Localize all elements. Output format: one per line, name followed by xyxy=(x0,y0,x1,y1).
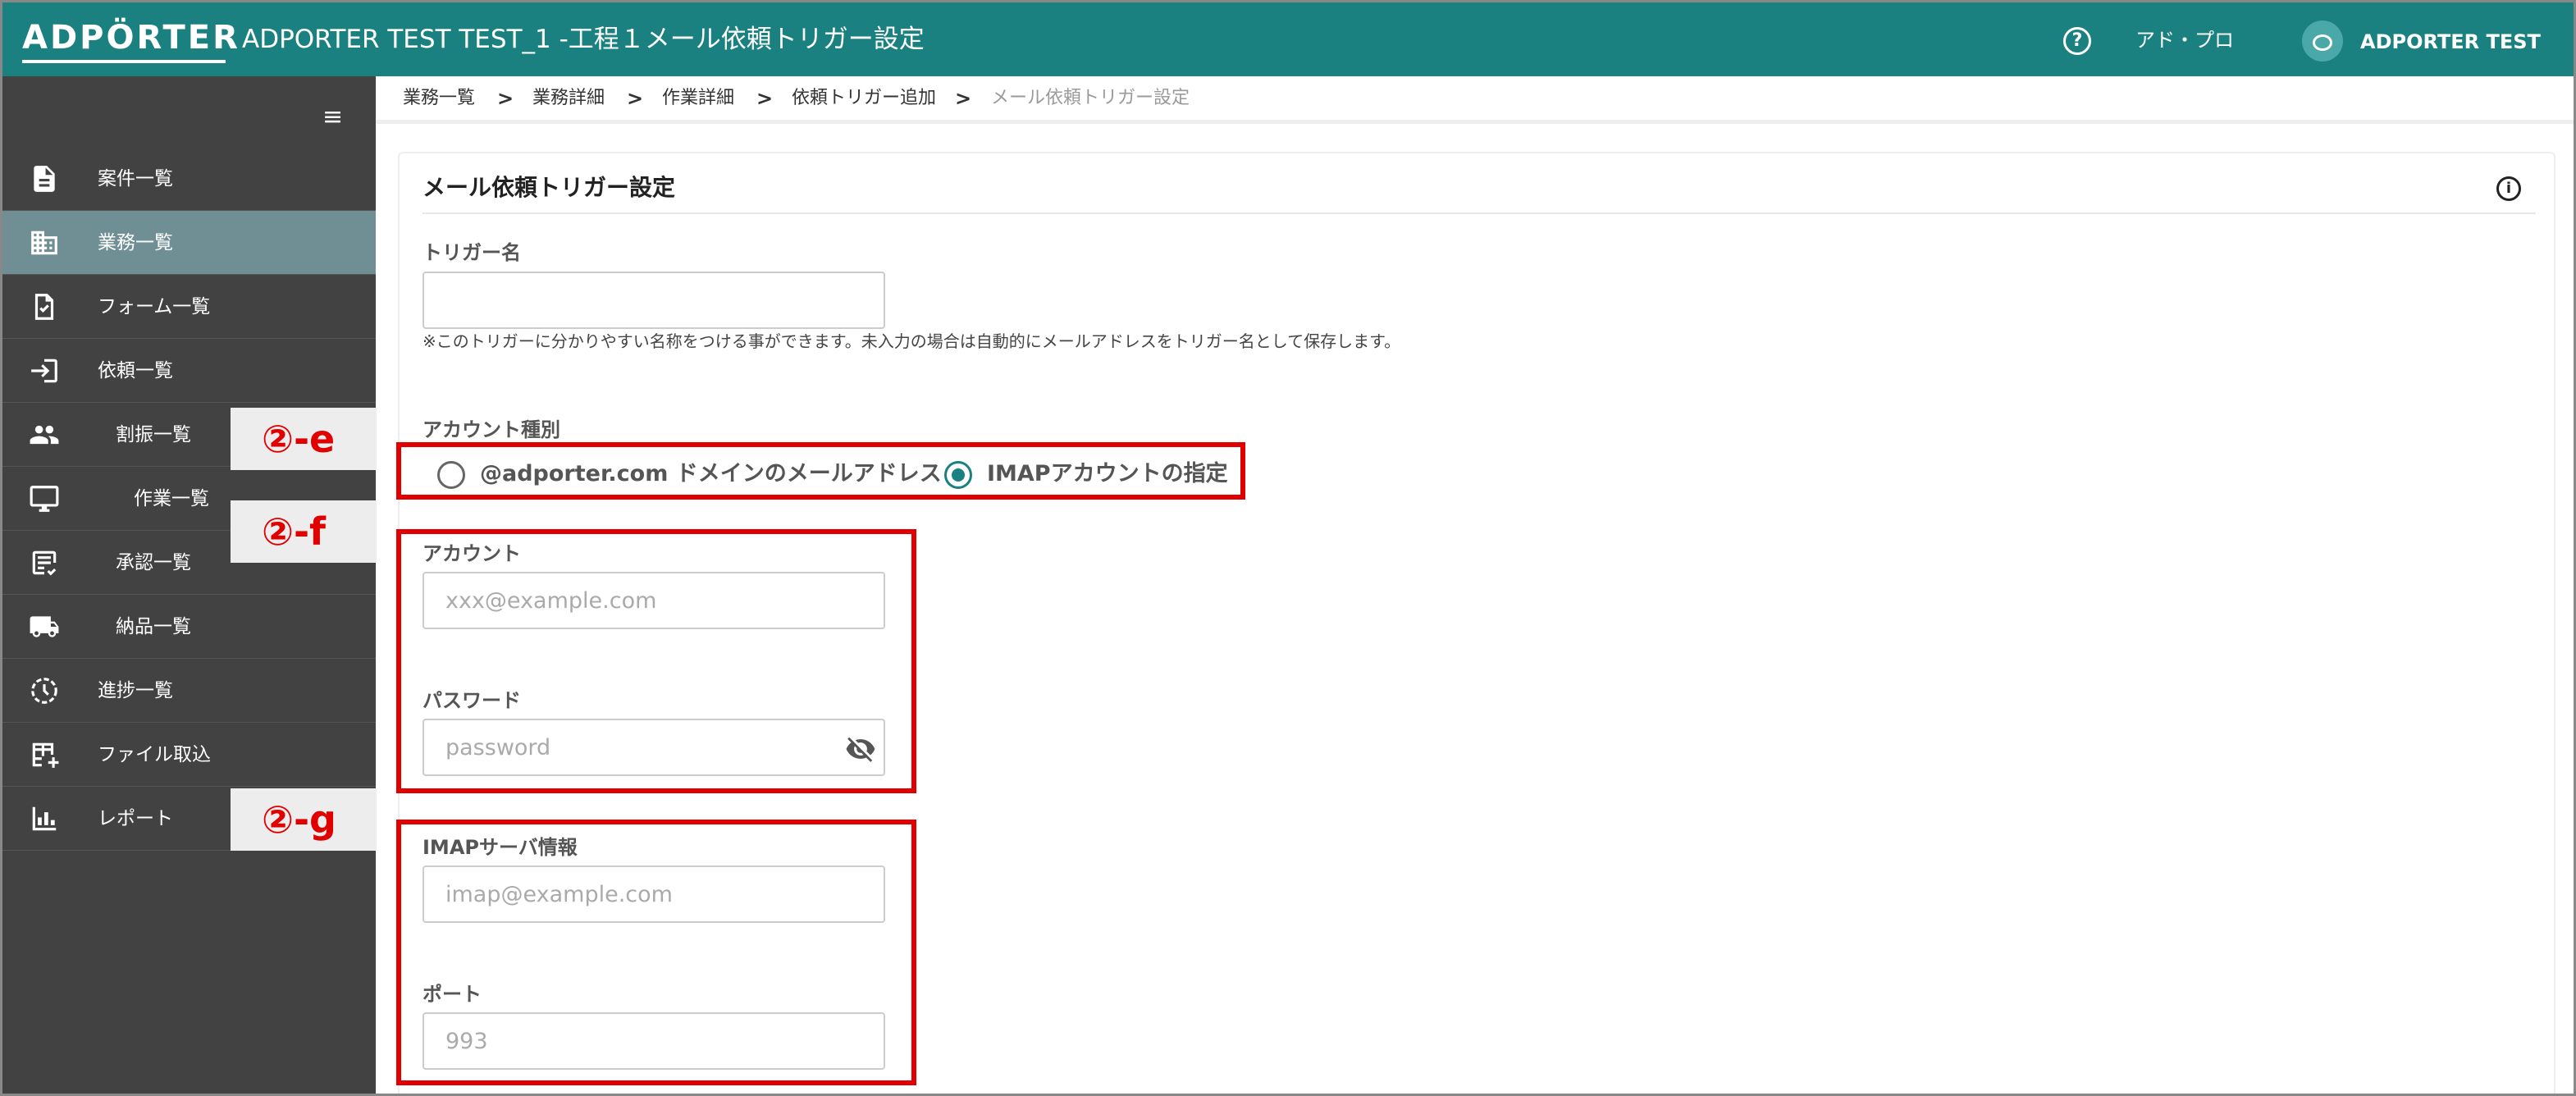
company-name: アド・プロ xyxy=(2135,29,2234,52)
monitor-icon xyxy=(29,483,60,514)
trigger-name-hint: ※このトリガーに分かりやすい名称をつける事ができます。未入力の場合は自動的にメー… xyxy=(422,331,1401,351)
sidebar-item-requests[interactable]: 依頼一覧 xyxy=(2,339,376,403)
info-icon[interactable]: i xyxy=(2496,176,2521,201)
truck-icon xyxy=(29,611,60,642)
sidebar-item-label: 進捗一覧 xyxy=(98,680,173,701)
sidebar-item-label: ファイル取込 xyxy=(98,744,211,765)
breadcrumb-separator: > xyxy=(756,87,774,110)
top-bar: ADPÖRTER ADPORTER TEST TEST_1 -工程１メール依頼ト… xyxy=(2,2,2574,76)
help-icon[interactable]: ? xyxy=(2063,27,2091,55)
breadcrumb-item[interactable]: 業務一覧 xyxy=(403,86,475,111)
clock-icon xyxy=(29,675,60,706)
logo-underline xyxy=(22,60,226,63)
account-type-label: アカウント種別 xyxy=(422,418,560,441)
building-icon xyxy=(29,227,60,258)
form-file-icon xyxy=(29,291,60,322)
breadcrumb-separator: > xyxy=(955,87,972,110)
sidebar-item-file-import[interactable]: ファイル取込 xyxy=(2,723,376,787)
trigger-name-label: トリガー名 xyxy=(422,241,521,264)
sidebar-item-label: フォーム一覧 xyxy=(98,296,211,317)
sidebar-item-forms[interactable]: フォーム一覧 xyxy=(2,275,376,339)
annotation-f: ②-f xyxy=(231,500,377,563)
breadcrumb-item[interactable]: 依頼トリガー追加 xyxy=(792,86,936,111)
user-avatar[interactable] xyxy=(2302,21,2343,62)
breadcrumb-current: メール依頼トリガー設定 xyxy=(991,88,1190,108)
user-name[interactable]: ADPORTER TEST xyxy=(2360,27,2541,57)
login-arrow-icon xyxy=(29,355,60,386)
logo-text: ADPÖRTER xyxy=(22,19,240,57)
table-add-icon xyxy=(29,739,60,770)
trigger-name-input[interactable] xyxy=(422,272,885,329)
people-icon xyxy=(29,419,60,450)
breadcrumb: 業務一覧 > 業務詳細 > 作業詳細 > 依頼トリガー追加 > メール依頼トリガ… xyxy=(376,76,2574,124)
sidebar-item-label: 割振一覧 xyxy=(116,424,191,445)
highlight-box-imap xyxy=(396,820,916,1085)
sidebar-item-label: 案件一覧 xyxy=(98,168,173,190)
card-title: メール依頼トリガー設定 xyxy=(422,174,676,201)
breadcrumb-item[interactable]: 作業詳細 xyxy=(662,86,734,111)
sidebar-item-label: 依頼一覧 xyxy=(98,360,173,381)
highlight-box-account xyxy=(396,529,916,793)
sidebar-item-tasks[interactable]: 業務一覧 xyxy=(2,211,376,275)
sidebar-item-cases[interactable]: 案件一覧 xyxy=(2,147,376,211)
bar-chart-icon xyxy=(29,803,60,834)
breadcrumb-separator: > xyxy=(627,87,644,110)
menu-toggle-icon[interactable]: ≡ xyxy=(322,103,343,132)
sidebar: ≡ 案件一覧 業務一覧 フォーム一覧 依頼一覧 割振一覧 作業一覧 承認一覧 納… xyxy=(2,76,376,1094)
sidebar-item-label: 承認一覧 xyxy=(116,552,191,573)
app-window: ADPÖRTER ADPORTER TEST TEST_1 -工程１メール依頼ト… xyxy=(0,0,2576,1096)
divider xyxy=(422,212,2536,214)
highlight-box-account-type xyxy=(396,442,1245,500)
annotation-e: ②-e xyxy=(231,408,377,470)
sidebar-item-label: 作業一覧 xyxy=(134,488,209,509)
sidebar-item-label: 業務一覧 xyxy=(98,232,173,253)
sidebar-item-progress[interactable]: 進捗一覧 xyxy=(2,659,376,723)
sidebar-item-deliveries[interactable]: 納品一覧 xyxy=(2,595,376,659)
sidebar-item-label: 納品一覧 xyxy=(116,616,191,637)
breadcrumb-item[interactable]: 業務詳細 xyxy=(532,86,605,111)
app-logo[interactable]: ADPÖRTER xyxy=(22,17,240,65)
document-list-icon xyxy=(29,163,60,194)
breadcrumb-separator: > xyxy=(497,87,514,110)
sidebar-item-label: レポート xyxy=(98,808,173,829)
page-header-title: ADPORTER TEST TEST_1 -工程１メール依頼トリガー設定 xyxy=(242,25,925,54)
approval-icon xyxy=(29,547,60,578)
annotation-g: ②-g xyxy=(231,788,377,851)
